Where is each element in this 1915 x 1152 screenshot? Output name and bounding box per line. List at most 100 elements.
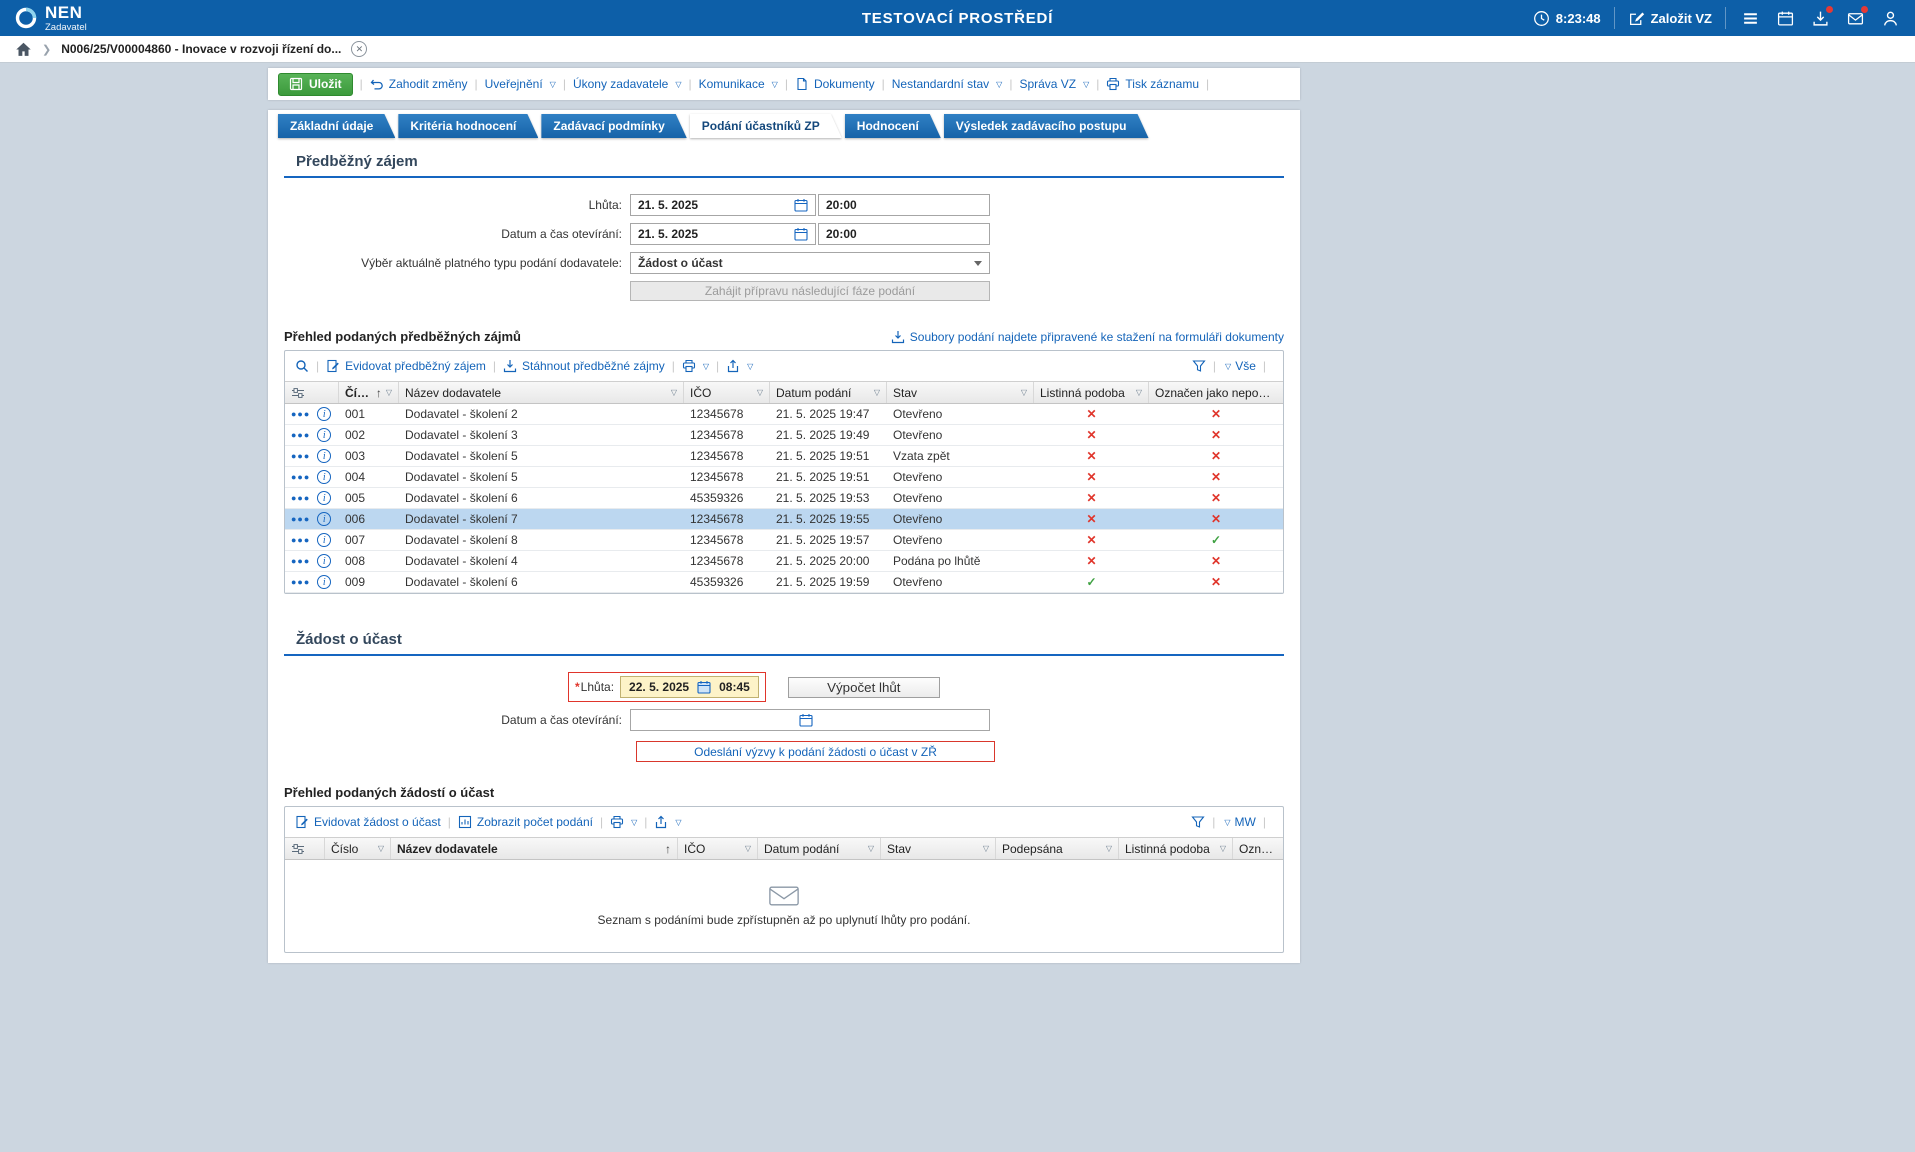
- calendar-icon[interactable]: [794, 227, 808, 241]
- info-icon[interactable]: i: [317, 491, 331, 505]
- filter-caret-icon[interactable]: ▽: [1106, 844, 1112, 853]
- column-header-cislo[interactable]: Číslo ▽: [325, 838, 391, 859]
- column-header-cislo[interactable]: Číslo ↑ ▽: [339, 382, 399, 403]
- column-settings[interactable]: [285, 382, 339, 403]
- print-record-link[interactable]: Tisk záznamu: [1106, 77, 1199, 91]
- request-deadline-field[interactable]: 22. 5. 2025 08:45: [620, 676, 759, 698]
- row-actions-icon[interactable]: ●●●: [291, 409, 310, 419]
- calculate-deadlines-button[interactable]: Výpočet lhůt: [788, 677, 940, 698]
- close-icon[interactable]: ✕: [351, 41, 367, 57]
- calendar-button[interactable]: [1774, 7, 1796, 29]
- view-selector[interactable]: Vše: [1235, 359, 1256, 373]
- calendar-icon[interactable]: [794, 198, 808, 212]
- column-header-listinna[interactable]: Listinná podoba ▽: [1119, 838, 1233, 859]
- calendar-icon[interactable]: [697, 680, 711, 694]
- column-header-stav[interactable]: Stav ▽: [887, 382, 1034, 403]
- table-row[interactable]: ●●● i 003 Dodavatel - školení 5 12345678…: [285, 446, 1283, 467]
- column-header-ico[interactable]: IČO ▽: [678, 838, 758, 859]
- table-row[interactable]: ●●● i 006 Dodavatel - školení 7 12345678…: [285, 509, 1283, 530]
- save-button[interactable]: Uložit: [278, 73, 353, 96]
- send-invitation-button[interactable]: Odeslání výzvy k podání žádosti o účast …: [636, 741, 995, 762]
- prelim-opening-time-field[interactable]: [818, 223, 990, 245]
- tab-vysledek[interactable]: Výsledek zadávacího postupu: [944, 114, 1149, 138]
- contracting-actions-menu[interactable]: Úkony zadavatele▽: [573, 77, 682, 91]
- info-icon[interactable]: i: [317, 428, 331, 442]
- view-selector[interactable]: MW: [1235, 815, 1256, 829]
- table-row[interactable]: ●●● i 004 Dodavatel - školení 5 12345678…: [285, 467, 1283, 488]
- request-opening-field[interactable]: [630, 709, 990, 731]
- row-actions-icon[interactable]: ●●●: [291, 472, 310, 482]
- filter-caret-icon[interactable]: ▽: [757, 388, 763, 397]
- filter-button[interactable]: [1192, 359, 1206, 373]
- home-icon[interactable]: [15, 41, 32, 58]
- column-header-oznacena[interactable]: Označena: [1233, 838, 1283, 859]
- info-icon[interactable]: i: [317, 449, 331, 463]
- vz-administration-menu[interactable]: Správa VZ▽: [1019, 77, 1089, 91]
- row-actions-icon[interactable]: ●●●: [291, 577, 310, 587]
- row-actions-icon[interactable]: ●●●: [291, 556, 310, 566]
- communication-menu[interactable]: Komunikace▽: [699, 77, 778, 91]
- filter-caret-icon[interactable]: ▽: [1136, 388, 1142, 397]
- prelim-opening-date-field[interactable]: [630, 223, 816, 245]
- calendar-icon[interactable]: [799, 713, 813, 727]
- downloads-button[interactable]: [1809, 7, 1831, 29]
- nonstandard-state-menu[interactable]: Nestandardní stav▽: [892, 77, 1003, 91]
- prelim-deadline-date-field[interactable]: [630, 194, 816, 216]
- table-row[interactable]: ●●● i 001 Dodavatel - školení 2 12345678…: [285, 404, 1283, 425]
- tab-hodnoceni[interactable]: Hodnocení: [845, 114, 941, 138]
- nen-logo[interactable]: NEN Zadavatel: [14, 4, 87, 33]
- row-actions-icon[interactable]: ●●●: [291, 493, 310, 503]
- column-header-nepodany[interactable]: Označen jako nepodaný: [1149, 382, 1283, 403]
- breadcrumb-item[interactable]: N006/25/V00004860 - Inovace v rozvoji ří…: [61, 42, 341, 56]
- publishing-menu[interactable]: Uveřejnění▽: [485, 77, 556, 91]
- info-icon[interactable]: i: [317, 575, 331, 589]
- column-header-nazev[interactable]: Název dodavatele ↑: [391, 838, 678, 859]
- column-settings[interactable]: [285, 838, 325, 859]
- row-actions-icon[interactable]: ●●●: [291, 514, 310, 524]
- column-header-stav[interactable]: Stav ▽: [881, 838, 996, 859]
- tab-kriteria-hodnoceni[interactable]: Kritéria hodnocení: [398, 114, 538, 138]
- info-icon[interactable]: i: [317, 512, 331, 526]
- info-icon[interactable]: i: [317, 470, 331, 484]
- filter-button[interactable]: [1191, 815, 1205, 829]
- filter-caret-icon[interactable]: ▽: [983, 844, 989, 853]
- tab-podani-ucastniku-zp[interactable]: Podání účastníků ZP: [690, 114, 842, 138]
- info-icon[interactable]: i: [317, 407, 331, 421]
- menu-button[interactable]: [1739, 7, 1761, 29]
- filter-caret-icon[interactable]: ▽: [1021, 388, 1027, 397]
- tab-zadavaci-podminky[interactable]: Zadávací podmínky: [541, 114, 686, 138]
- register-request-link[interactable]: Evidovat žádost o účast: [295, 815, 441, 829]
- column-header-podepsana[interactable]: Podepsána ▽: [996, 838, 1119, 859]
- row-actions-icon[interactable]: ●●●: [291, 535, 310, 545]
- prelim-deadline-date-input[interactable]: [638, 198, 788, 212]
- submission-type-select[interactable]: Žádost o účast: [630, 252, 990, 274]
- print-menu[interactable]: ▽: [610, 815, 637, 829]
- messages-button[interactable]: [1844, 7, 1866, 29]
- create-vz-button[interactable]: Založit VZ: [1628, 10, 1712, 27]
- submission-files-link[interactable]: Soubory podání najdete připravené ke sta…: [891, 330, 1284, 344]
- filter-caret-icon[interactable]: ▽: [745, 844, 751, 853]
- table-row[interactable]: ●●● i 008 Dodavatel - školení 4 12345678…: [285, 551, 1283, 572]
- filter-caret-icon[interactable]: ▽: [1220, 844, 1226, 853]
- prelim-opening-date-input[interactable]: [638, 227, 788, 241]
- row-actions-icon[interactable]: ●●●: [291, 430, 310, 440]
- info-icon[interactable]: i: [317, 554, 331, 568]
- column-header-ico[interactable]: IČO ▽: [684, 382, 770, 403]
- table-row[interactable]: ●●● i 002 Dodavatel - školení 3 12345678…: [285, 425, 1283, 446]
- row-actions-icon[interactable]: ●●●: [291, 451, 310, 461]
- request-deadline-date[interactable]: 22. 5. 2025: [629, 680, 689, 694]
- show-submission-count-link[interactable]: Zobrazit počet podání: [458, 815, 593, 829]
- print-menu[interactable]: ▽: [682, 359, 709, 373]
- tab-zakladni-udaje[interactable]: Základní údaje: [278, 114, 395, 138]
- info-icon[interactable]: i: [317, 533, 331, 547]
- start-next-phase-button[interactable]: Zahájit přípravu následující fáze podání: [630, 281, 990, 301]
- filter-caret-icon[interactable]: ▽: [671, 388, 677, 397]
- prelim-opening-time-input[interactable]: [826, 227, 982, 241]
- column-header-datum[interactable]: Datum podání ▽: [770, 382, 887, 403]
- register-prelim-interest-link[interactable]: Evidovat předběžný zájem: [326, 359, 486, 373]
- table-row[interactable]: ●●● i 005 Dodavatel - školení 6 45359326…: [285, 488, 1283, 509]
- column-header-nazev[interactable]: Název dodavatele ▽: [399, 382, 684, 403]
- search-button[interactable]: [295, 359, 309, 373]
- prelim-deadline-time-input[interactable]: [826, 198, 982, 212]
- prelim-deadline-time-field[interactable]: [818, 194, 990, 216]
